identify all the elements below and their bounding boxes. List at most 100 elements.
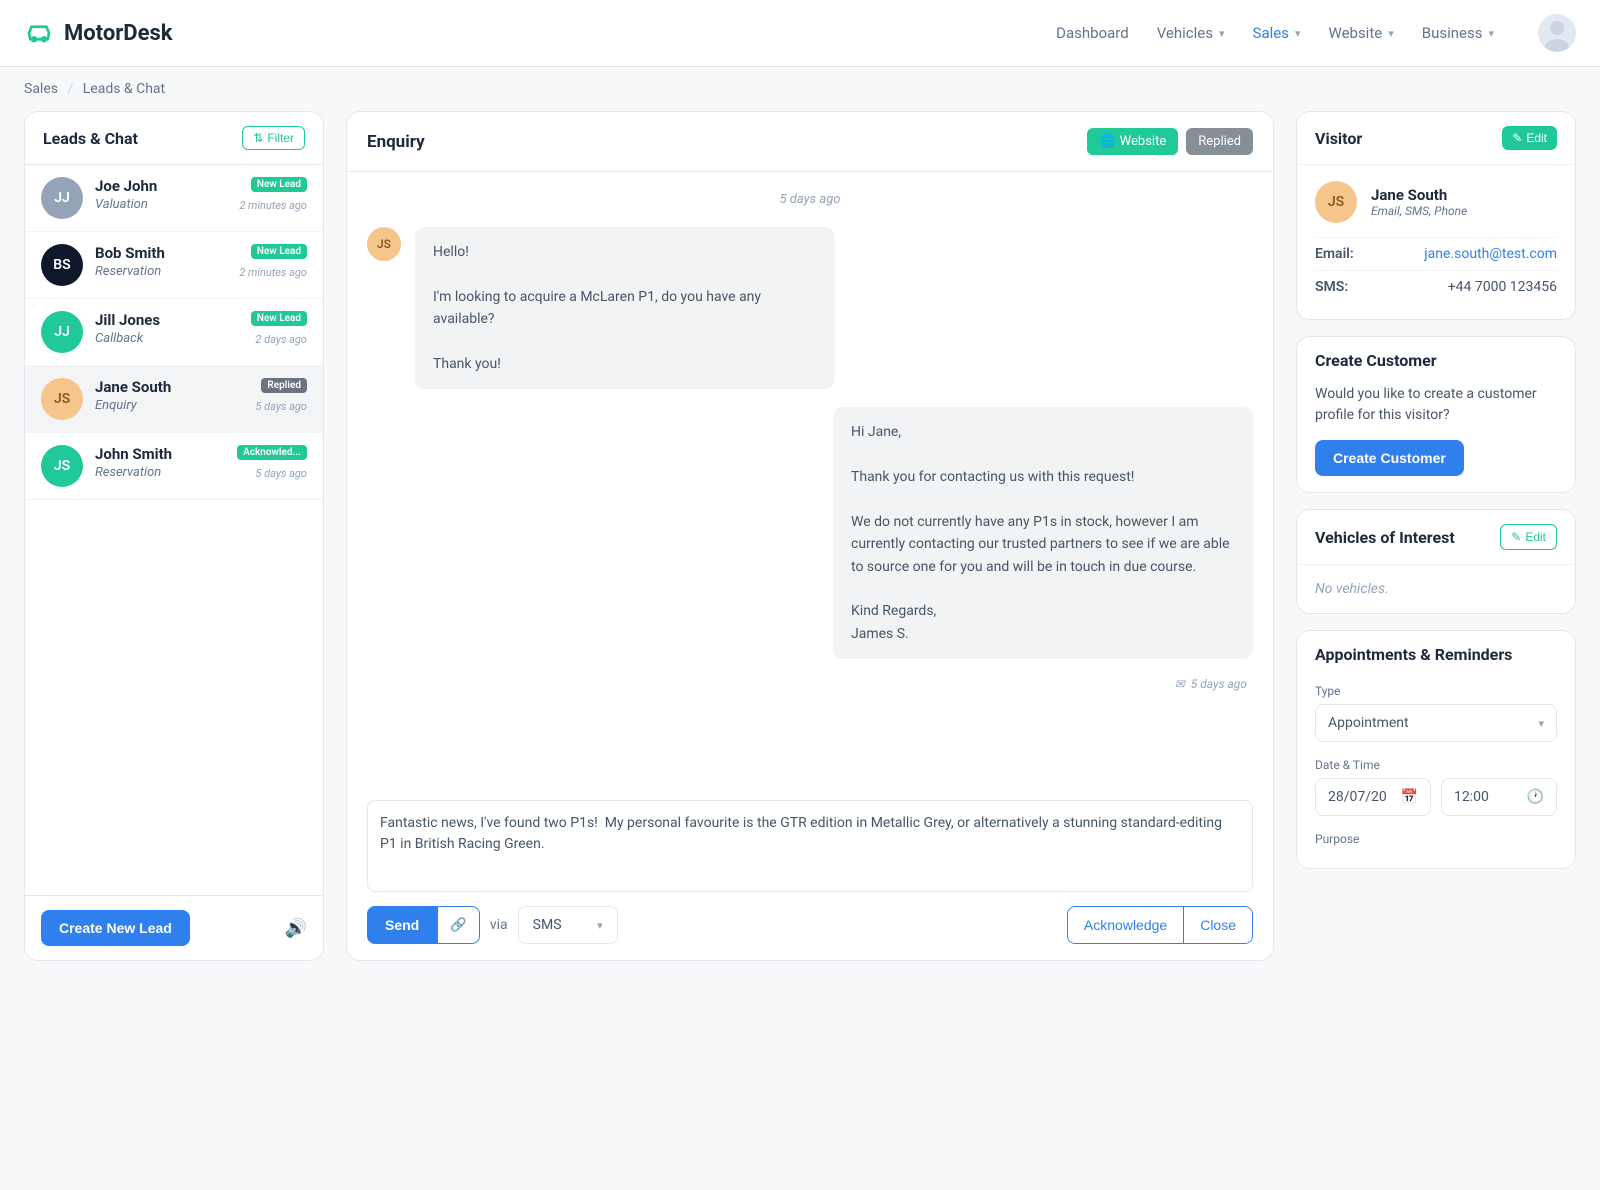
lead-item[interactable]: JS Jane South Replied Enquiry 5 days ago <box>25 366 323 433</box>
lead-name: Joe John <box>95 177 157 195</box>
close-button[interactable]: Close <box>1183 906 1253 944</box>
lead-badge: Replied <box>261 378 307 393</box>
via-label: via <box>490 917 508 933</box>
leads-panel-title: Leads & Chat <box>43 129 138 148</box>
chevron-down-icon: ▾ <box>1538 717 1544 730</box>
lead-time: 2 minutes ago <box>239 266 307 279</box>
time-input[interactable]: 12:00 🕐 <box>1441 778 1557 816</box>
type-label: Type <box>1315 684 1557 698</box>
nav-business[interactable]: Business▾ <box>1422 24 1494 42</box>
car-logo-icon <box>24 18 54 48</box>
lead-name: Jill Jones <box>95 311 160 329</box>
pencil-icon: ✎ <box>1511 530 1521 544</box>
breadcrumb: Sales / Leads & Chat <box>0 67 1600 111</box>
visitor-edit-button[interactable]: ✎ Edit <box>1502 126 1557 150</box>
clock-icon: 🕐 <box>1527 789 1544 805</box>
lead-time: 2 days ago <box>255 333 307 346</box>
chevron-down-icon: ▾ <box>1388 27 1394 40</box>
create-customer-title: Create Customer <box>1315 351 1437 370</box>
lead-avatar: JJ <box>41 177 83 219</box>
lead-badge: Acknowled... <box>237 445 307 460</box>
message-incoming: JS Hello! I'm looking to acquire a McLar… <box>367 227 1253 389</box>
lead-badge: New Lead <box>251 311 307 326</box>
sms-label: SMS: <box>1315 279 1348 295</box>
calendar-icon: 📅 <box>1401 789 1418 805</box>
breadcrumb-sales[interactable]: Sales <box>24 81 58 97</box>
vehicles-title: Vehicles of Interest <box>1315 528 1455 547</box>
nav-sales[interactable]: Sales▾ <box>1253 24 1301 42</box>
vehicles-empty: No vehicles. <box>1315 581 1557 597</box>
msg-avatar: JS <box>367 227 401 261</box>
brand-name: MotorDesk <box>64 21 173 46</box>
pencil-icon: ✎ <box>1512 131 1522 145</box>
send-button[interactable]: Send <box>367 906 437 944</box>
lead-avatar: JS <box>41 378 83 420</box>
chevron-down-icon: ▾ <box>1219 27 1225 40</box>
chevron-down-icon: ▾ <box>597 919 603 932</box>
message-outgoing: Hi Jane, Thank you for contacting us wit… <box>367 407 1253 659</box>
filter-button[interactable]: ⇅ Filter <box>242 126 305 150</box>
user-avatar[interactable] <box>1538 14 1576 52</box>
chat-title: Enquiry <box>367 132 425 152</box>
mail-icon: ✉ <box>1175 677 1185 691</box>
lead-type: Enquiry <box>95 398 137 413</box>
status-badge: Replied <box>1186 128 1253 155</box>
msg-bubble: Hello! I'm looking to acquire a McLaren … <box>415 227 835 389</box>
lead-type: Reservation <box>95 264 161 279</box>
type-select[interactable]: Appointment ▾ <box>1315 704 1557 742</box>
lead-time: 5 days ago <box>255 400 307 413</box>
create-customer-button[interactable]: Create Customer <box>1315 440 1464 476</box>
link-button[interactable]: 🔗 <box>437 906 480 944</box>
lead-avatar: JJ <box>41 311 83 353</box>
lead-item[interactable]: BS Bob Smith New Lead Reservation 2 minu… <box>25 232 323 299</box>
visitor-sms: +44 7000 123456 <box>1448 279 1557 295</box>
chevron-down-icon: ▾ <box>1488 27 1494 40</box>
lead-avatar: BS <box>41 244 83 286</box>
create-lead-button[interactable]: Create New Lead <box>41 910 190 946</box>
visitor-title: Visitor <box>1315 129 1362 148</box>
nav-dashboard[interactable]: Dashboard <box>1056 24 1129 42</box>
lead-item[interactable]: JJ Jill Jones New Lead Callback 2 days a… <box>25 299 323 366</box>
msg-bubble: Hi Jane, Thank you for contacting us wit… <box>833 407 1253 659</box>
chat-date: 5 days ago <box>367 192 1253 207</box>
logo[interactable]: MotorDesk <box>24 18 173 48</box>
lead-time: 2 minutes ago <box>239 199 307 212</box>
visitor-name: Jane South <box>1371 186 1467 204</box>
visitor-channels: Email, SMS, Phone <box>1371 204 1467 218</box>
lead-name: John Smith <box>95 445 172 463</box>
visitor-avatar: JS <box>1315 181 1357 223</box>
acknowledge-button[interactable]: Acknowledge <box>1067 906 1183 944</box>
email-label: Email: <box>1315 246 1354 262</box>
lead-badge: New Lead <box>251 177 307 192</box>
date-input[interactable]: 28/07/20 📅 <box>1315 778 1431 816</box>
website-badge: 🌐 Website <box>1087 128 1178 155</box>
datetime-label: Date & Time <box>1315 758 1557 772</box>
lead-item[interactable]: JS John Smith Acknowled... Reservation 5… <box>25 433 323 500</box>
nav-website[interactable]: Website▾ <box>1328 24 1393 42</box>
vehicles-edit-button[interactable]: ✎ Edit <box>1500 524 1557 550</box>
lead-type: Callback <box>95 331 143 346</box>
filter-icon: ⇅ <box>253 131 263 145</box>
lead-badge: New Lead <box>251 244 307 259</box>
sound-icon[interactable]: 🔊 <box>285 918 307 939</box>
msg-time: ✉ 5 days ago <box>367 677 1253 691</box>
lead-time: 5 days ago <box>255 467 307 480</box>
chevron-down-icon: ▾ <box>1295 27 1301 40</box>
link-icon: 🔗 <box>450 917 467 932</box>
create-customer-text: Would you like to create a customer prof… <box>1315 384 1557 426</box>
lead-avatar: JS <box>41 445 83 487</box>
breadcrumb-leads[interactable]: Leads & Chat <box>83 81 165 97</box>
lead-name: Bob Smith <box>95 244 165 262</box>
purpose-label: Purpose <box>1315 832 1557 846</box>
lead-item[interactable]: JJ Joe John New Lead Valuation 2 minutes… <box>25 165 323 232</box>
compose-textarea[interactable] <box>367 800 1253 892</box>
lead-name: Jane South <box>95 378 171 396</box>
visitor-email[interactable]: jane.south@test.com <box>1424 246 1557 262</box>
lead-type: Reservation <box>95 465 161 480</box>
appt-title: Appointments & Reminders <box>1315 645 1512 664</box>
lead-list: JJ Joe John New Lead Valuation 2 minutes… <box>25 165 323 895</box>
nav-vehicles[interactable]: Vehicles▾ <box>1157 24 1225 42</box>
avatar-icon <box>1538 14 1576 52</box>
channel-select[interactable]: SMS ▾ <box>518 906 618 944</box>
lead-type: Valuation <box>95 197 148 212</box>
